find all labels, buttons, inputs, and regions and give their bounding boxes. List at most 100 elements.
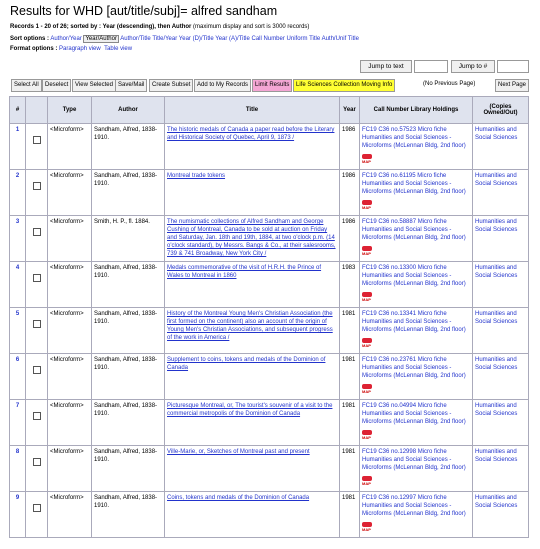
row-checkbox[interactable]: [32, 504, 41, 512]
sort-year-author[interactable]: Year/Author: [83, 35, 119, 43]
view-selected-button[interactable]: View Selected: [72, 79, 116, 92]
sort-author-title[interactable]: Author/Title: [120, 36, 150, 42]
life-sciences-info-button[interactable]: Life Sciences Collection Moving Info: [293, 79, 396, 92]
row-number[interactable]: 3: [9, 215, 26, 262]
row-number[interactable]: 9: [9, 491, 26, 538]
row-call-number[interactable]: FC19 C36 no.13300 Micro fiche Humanities…: [362, 265, 466, 287]
row-number[interactable]: 5: [9, 307, 26, 354]
row-checkbox[interactable]: [32, 182, 41, 190]
format-options: Format options : Paragraph view Table vi…: [10, 46, 132, 52]
row-title-link[interactable]: Ville-Marie, or, Sketches of Montreal pa…: [167, 449, 310, 455]
row-title-link[interactable]: Supplement to coins, tokens and medals o…: [167, 357, 325, 371]
row-title-link[interactable]: Picturesque Montreal, or, The tourist's …: [167, 403, 332, 417]
row-type: <Microform>: [47, 445, 92, 492]
map-icon[interactable]: MAP: [362, 430, 374, 440]
row-checkbox[interactable]: [32, 274, 41, 282]
map-icon[interactable]: MAP: [362, 522, 374, 532]
sort-auth-unif-title[interactable]: Auth/Unif Title: [322, 36, 359, 42]
row-title-link[interactable]: History of the Montreal Young Men's Chri…: [167, 311, 333, 341]
row-number[interactable]: 1: [9, 123, 26, 170]
limit-results-button[interactable]: Limit Results: [252, 79, 293, 92]
col-year: Year: [339, 96, 360, 124]
save-mail-button[interactable]: Save/Mail: [115, 79, 148, 92]
format-paragraph-view[interactable]: Paragraph view: [59, 46, 101, 52]
map-icon[interactable]: MAP: [362, 200, 374, 210]
row-copies[interactable]: Humanities and Social Sciences: [472, 261, 529, 308]
row-checkbox[interactable]: [32, 136, 41, 144]
sort-title-year[interactable]: Title/Year: [152, 36, 177, 42]
row-number[interactable]: 8: [9, 445, 26, 492]
row-title-link[interactable]: Montreal trade tokens: [167, 173, 225, 179]
row-title-link[interactable]: Coins, tokens and medals of the Dominion…: [167, 495, 309, 501]
map-icon[interactable]: MAP: [362, 476, 374, 486]
row-select-cell: [25, 491, 48, 538]
map-icon[interactable]: MAP: [362, 154, 374, 164]
create-subset-button[interactable]: Create Subset: [149, 79, 194, 92]
row-title-link[interactable]: The historic medals of Canada a paper re…: [167, 127, 334, 141]
row-copies[interactable]: Humanities and Social Sciences: [472, 169, 529, 216]
jump-number-input[interactable]: [497, 60, 529, 73]
deselect-button[interactable]: Deselect: [42, 79, 72, 92]
row-call-cell: FC19 C36 no.13300 Micro fiche Humanities…: [359, 261, 473, 308]
next-page-button[interactable]: Next Page: [495, 79, 530, 92]
jump-to-text-button[interactable]: Jump to text: [360, 60, 412, 73]
row-checkbox[interactable]: [32, 228, 41, 236]
row-call-number[interactable]: FC19 C36 no.23761 Micro fiche Humanities…: [362, 357, 466, 379]
row-select-cell: [25, 399, 48, 446]
row-call-number[interactable]: FC19 C36 no.12998 Micro fiche Humanities…: [362, 449, 466, 471]
sort-year-d-title[interactable]: Year (D)/Title: [179, 36, 214, 42]
row-title-cell: The numismatic collections of Alfred San…: [164, 215, 340, 262]
jump-to-number-button[interactable]: Jump to #: [451, 60, 495, 73]
row-number[interactable]: 6: [9, 353, 26, 400]
table-header-row: # Type Author Title Year Call Number Lib…: [9, 96, 529, 124]
row-checkbox[interactable]: [32, 458, 41, 466]
table-row: 7 <Microform> Sandham, Alfred, 1838-1910. P…: [9, 399, 529, 446]
row-checkbox[interactable]: [32, 320, 41, 328]
map-icon[interactable]: MAP: [362, 384, 374, 394]
row-call-cell: FC19 C36 no.57523 Micro fiche Humanities…: [359, 123, 473, 170]
row-select-cell: [25, 353, 48, 400]
row-copies[interactable]: Humanities and Social Sciences: [472, 123, 529, 170]
map-icon[interactable]: MAP: [362, 292, 374, 302]
row-copies[interactable]: Humanities and Social Sciences: [472, 307, 529, 354]
row-copies[interactable]: Humanities and Social Sciences: [472, 353, 529, 400]
map-label: MAP: [362, 343, 371, 348]
add-to-my-records-button[interactable]: Add to My Records: [194, 79, 252, 92]
row-call-cell: FC19 C36 no.23761 Micro fiche Humanities…: [359, 353, 473, 400]
col-number: #: [9, 96, 26, 124]
jump-text-input[interactable]: [414, 60, 448, 73]
row-call-number[interactable]: FC19 C36 no.04994 Micro fiche Humanities…: [362, 403, 466, 425]
row-call-number[interactable]: FC19 C36 no.57523 Micro fiche Humanities…: [362, 127, 466, 149]
sort-call-number[interactable]: Call Number: [252, 36, 285, 42]
row-copies[interactable]: Humanities and Social Sciences: [472, 491, 529, 538]
row-title-link[interactable]: The numismatic collections of Alfred San…: [167, 219, 336, 257]
sort-label: Sort options :: [10, 36, 49, 42]
row-copies[interactable]: Humanities and Social Sciences: [472, 399, 529, 446]
row-copies[interactable]: Humanities and Social Sciences: [472, 445, 529, 492]
map-label: MAP: [362, 435, 371, 440]
select-all-button[interactable]: Select All: [11, 79, 42, 92]
row-number[interactable]: 4: [9, 261, 26, 308]
row-title-link[interactable]: Medals commemorative of the visit of H.R…: [167, 265, 321, 279]
row-copies[interactable]: Humanities and Social Sciences: [472, 215, 529, 262]
format-table-view[interactable]: Table view: [104, 46, 132, 52]
sort-year-a-title[interactable]: Year (A)/Title: [215, 36, 250, 42]
row-number[interactable]: 2: [9, 169, 26, 216]
row-call-number[interactable]: FC19 C36 no.12997 Micro fiche Humanities…: [362, 495, 466, 517]
map-icon[interactable]: MAP: [362, 338, 374, 348]
sort-author-year[interactable]: Author/Year: [50, 36, 81, 42]
col-call-number: Call Number Library Holdings: [359, 96, 473, 124]
sort-uniform-title[interactable]: Uniform Title: [287, 36, 321, 42]
row-author: Sandham, Alfred, 1838-1910.: [91, 399, 165, 446]
row-call-number[interactable]: FC19 C36 no.61195 Micro fiche Humanities…: [362, 173, 466, 195]
row-author: Sandham, Alfred, 1838-1910.: [91, 307, 165, 354]
row-call-number[interactable]: FC19 C36 no.58887 Micro fiche Humanities…: [362, 219, 466, 241]
map-icon[interactable]: MAP: [362, 246, 374, 256]
row-call-number[interactable]: FC19 C36 no.13341 Micro fiche Humanities…: [362, 311, 466, 333]
row-number[interactable]: 7: [9, 399, 26, 446]
row-checkbox[interactable]: [32, 412, 41, 420]
row-checkbox[interactable]: [32, 366, 41, 374]
row-title-cell: Supplement to coins, tokens and medals o…: [164, 353, 340, 400]
row-title-cell: History of the Montreal Young Men's Chri…: [164, 307, 340, 354]
map-label: MAP: [362, 297, 371, 302]
